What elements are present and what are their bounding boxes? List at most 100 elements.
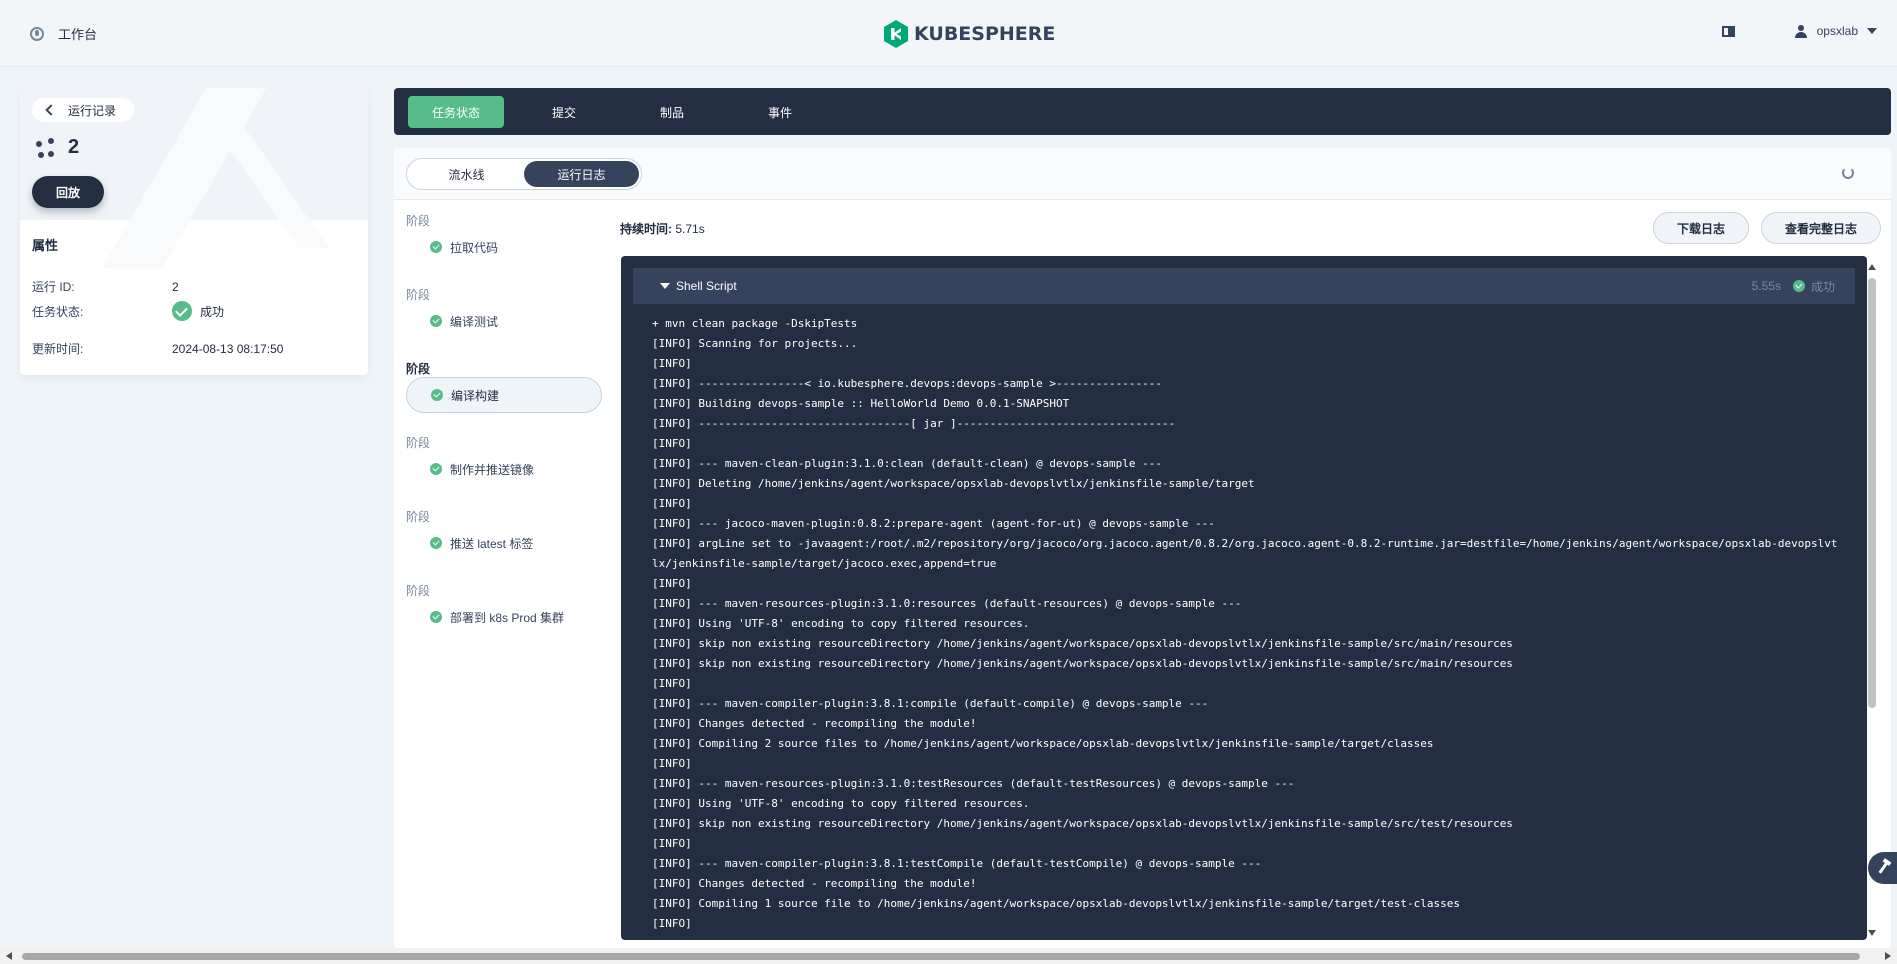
- log-line: [INFO] skip non existing resourceDirecto…: [652, 817, 1513, 830]
- tab-task-status[interactable]: 任务状态: [408, 96, 504, 128]
- log-line: [INFO] Compiling 1 source file to /home/…: [652, 897, 1460, 910]
- duration-label: 持续时间:: [620, 222, 672, 236]
- log-output: + mvn clean package -DskipTests [INFO] Sc…: [652, 314, 1842, 934]
- scroll-down-icon[interactable]: [1868, 930, 1876, 936]
- log-line: + mvn clean package -DskipTests: [652, 317, 858, 330]
- stage-group: 阶段 制作并推送镜像: [406, 434, 606, 508]
- stage-name: 编译测试: [450, 314, 499, 329]
- log-viewer: Shell Script 5.55s 成功 + mvn clean packag…: [621, 256, 1867, 940]
- chevron-left-icon: [45, 104, 57, 116]
- status-text: 成功: [200, 304, 225, 319]
- attributes-title: 属性: [32, 238, 59, 253]
- hammer-icon[interactable]: [1868, 852, 1897, 884]
- workbench-label: 工作台: [58, 27, 98, 42]
- log-line: [INFO] --- jacoco-maven-plugin:0.8.2:pre…: [652, 517, 1215, 530]
- log-line: [INFO] ----------------< io.kubesphere.d…: [652, 377, 1162, 390]
- kubesphere-logo[interactable]: KUBESPHERE: [884, 20, 1055, 48]
- log-line: [INFO]: [652, 917, 692, 930]
- step-meta: 5.55s 成功: [1752, 278, 1835, 295]
- stage-item[interactable]: 部署到 k8s Prod 集群: [406, 599, 602, 635]
- step-header[interactable]: Shell Script 5.55s 成功: [633, 268, 1855, 304]
- log-line: [INFO] Using 'UTF-8' encoding to copy fi…: [652, 797, 1030, 810]
- log-line: [INFO] Changes detected - recompiling th…: [652, 717, 977, 730]
- success-icon: [431, 389, 443, 401]
- stage-group: 阶段 编译构建: [406, 360, 606, 434]
- attribute-row-status: 任务状态: 成功: [32, 301, 224, 321]
- duration-value: 5.71s: [675, 222, 705, 236]
- caret-down-icon: [660, 283, 670, 289]
- log-line: [INFO]: [652, 437, 692, 450]
- stage-name: 推送 latest 标签: [450, 536, 534, 551]
- stage-group: 阶段 编译测试: [406, 286, 606, 360]
- log-line: [INFO] skip non existing resourceDirecto…: [652, 657, 1513, 670]
- log-line: [INFO]: [652, 677, 692, 690]
- view-option-run-logs[interactable]: 运行日志: [524, 161, 639, 187]
- step-status-text: 成功: [1810, 279, 1835, 294]
- log-line: [INFO] --- maven-compiler-plugin:3.8.1:c…: [652, 697, 1209, 710]
- log-line: [INFO] --- maven-resources-plugin:3.1.0:…: [652, 597, 1242, 610]
- tab-commits[interactable]: 提交: [516, 96, 612, 128]
- attribute-key: 运行 ID:: [32, 280, 75, 294]
- download-log-button[interactable]: 下载日志: [1653, 212, 1749, 244]
- tab-artifacts[interactable]: 制品: [624, 96, 720, 128]
- back-to-run-records-button[interactable]: 运行记录: [32, 98, 135, 122]
- success-icon: [1792, 280, 1805, 292]
- stage-group-label: 阶段: [406, 214, 431, 228]
- log-line: [INFO] --- maven-clean-plugin:3.1.0:clea…: [652, 457, 1162, 470]
- workbench-link[interactable]: 工作台: [30, 24, 97, 43]
- user-icon: [1794, 24, 1807, 38]
- attribute-key: 任务状态:: [32, 304, 84, 319]
- log-line: [INFO] Deleting /home/jenkins/agent/work…: [652, 477, 1255, 490]
- view-option-pipeline[interactable]: 流水线: [409, 161, 524, 187]
- duration: 持续时间: 5.71s: [620, 220, 705, 237]
- scroll-thumb[interactable]: [1868, 278, 1876, 708]
- view-full-log-button[interactable]: 查看完整日志: [1761, 212, 1881, 244]
- log-line: [INFO] --- maven-compiler-plugin:3.8.1:t…: [652, 857, 1262, 870]
- stage-name: 编译构建: [451, 388, 500, 403]
- log-line: [INFO] --- maven-resources-plugin:3.1.0:…: [652, 777, 1295, 790]
- kubesphere-logo-icon: [884, 20, 908, 48]
- step-status: 成功: [1792, 278, 1835, 295]
- stage-name: 部署到 k8s Prod 集群: [450, 610, 565, 625]
- stage-group-label: 阶段: [406, 288, 431, 302]
- stage-item[interactable]: 编译测试: [406, 303, 602, 339]
- stage-list: 阶段 拉取代码 阶段 编译测试 阶段 编译构建 阶段 制作并推送镜像 阶段 推送…: [406, 212, 606, 656]
- log-line: [INFO] Scanning for projects...: [652, 337, 858, 350]
- stage-item-selected[interactable]: 编译构建: [406, 377, 602, 413]
- attribute-key: 更新时间:: [32, 342, 84, 356]
- refresh-icon[interactable]: [1842, 167, 1854, 179]
- replay-button[interactable]: 回放: [32, 176, 104, 208]
- stage-group-label: 阶段: [406, 362, 431, 376]
- stage-name: 制作并推送镜像: [450, 462, 535, 477]
- stage-group-label: 阶段: [406, 436, 431, 450]
- scroll-up-icon[interactable]: [1868, 264, 1876, 270]
- vertical-scrollbar[interactable]: [1868, 262, 1876, 936]
- stage-group: 阶段 拉取代码: [406, 212, 606, 286]
- tab-events[interactable]: 事件: [732, 96, 828, 128]
- run-title: 2: [36, 136, 79, 159]
- stage-group-label: 阶段: [406, 584, 431, 598]
- log-line: [INFO]: [652, 757, 692, 770]
- success-icon: [430, 315, 442, 327]
- stage-group: 阶段 部署到 k8s Prod 集群: [406, 582, 606, 656]
- log-line: [INFO] skip non existing resourceDirecto…: [652, 637, 1513, 650]
- stage-item[interactable]: 拉取代码: [406, 229, 602, 265]
- success-icon: [172, 301, 192, 321]
- chevron-down-icon[interactable]: [1867, 28, 1877, 34]
- stage-item[interactable]: 推送 latest 标签: [406, 525, 602, 561]
- log-line: [INFO] --------------------------------[…: [652, 417, 1176, 430]
- stage-item[interactable]: 制作并推送镜像: [406, 451, 602, 487]
- success-icon: [430, 241, 442, 253]
- run-number: 2: [68, 136, 80, 158]
- log-line: [INFO] argLine set to -javaagent:/root/.…: [652, 537, 1838, 570]
- log-line: [INFO] Building devops-sample :: HelloWo…: [652, 397, 1070, 410]
- username[interactable]: opsxlab: [1817, 24, 1858, 38]
- scroll-thumb[interactable]: [22, 953, 1860, 960]
- horizontal-scrollbar[interactable]: [0, 948, 1897, 964]
- notice-icon[interactable]: [1721, 25, 1735, 37]
- attribute-row-run-id: 运行 ID: 2: [32, 278, 179, 295]
- detail-tab-bar: 任务状态 提交 制品 事件: [394, 88, 1891, 135]
- stage-group: 阶段 推送 latest 标签: [406, 508, 606, 582]
- scroll-right-icon[interactable]: [1885, 952, 1891, 960]
- scroll-left-icon[interactable]: [6, 952, 12, 960]
